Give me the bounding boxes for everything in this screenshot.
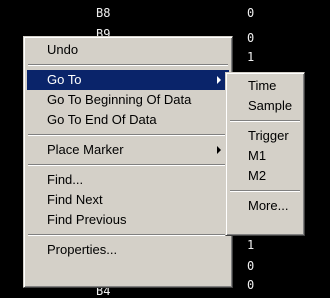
menu-item-label: Place Marker: [47, 142, 124, 157]
menu-item-label: Find Next: [47, 192, 103, 207]
submenu-item-m1[interactable]: M1: [229, 146, 301, 166]
submenu-arrow-icon: [217, 76, 221, 84]
menu-item-find-previous[interactable]: Find Previous: [27, 210, 229, 230]
submenu-item-more[interactable]: More...: [229, 196, 301, 216]
menu-separator: [28, 64, 228, 66]
row-value: 0: [247, 31, 255, 45]
menu-item-properties[interactable]: Properties...: [27, 240, 229, 260]
menu-item-label: Trigger: [248, 128, 289, 143]
row-value: 0: [247, 278, 255, 292]
row-value: 1: [247, 50, 255, 64]
menu-item-go-to-beginning[interactable]: Go To Beginning Of Data: [27, 90, 229, 110]
row-value: 0: [247, 259, 255, 273]
go-to-submenu: Time Sample Trigger M1 M2 More...: [225, 72, 305, 236]
menu-item-go-to[interactable]: Go To: [27, 70, 229, 90]
submenu-arrow-icon: [217, 146, 221, 154]
menu-item-label: Undo: [47, 42, 79, 57]
menu-item-label: M1: [248, 148, 267, 163]
submenu-item-trigger[interactable]: Trigger: [229, 126, 301, 146]
context-menu: Undo Go To Go To Beginning Of Data Go To…: [23, 36, 233, 288]
menu-item-label: Find...: [47, 172, 84, 187]
row-label: B8: [96, 6, 111, 20]
menu-separator: [230, 120, 300, 122]
menu-item-label: Properties...: [47, 242, 118, 257]
submenu-item-sample[interactable]: Sample: [229, 96, 301, 116]
menu-item-find[interactable]: Find...: [27, 170, 229, 190]
row-value: 0: [247, 6, 255, 20]
menu-separator: [230, 190, 300, 192]
menu-item-find-next[interactable]: Find Next: [27, 190, 229, 210]
submenu-item-time[interactable]: Time: [229, 76, 301, 96]
menu-item-label: Sample: [248, 98, 293, 113]
menu-item-label: M2: [248, 168, 267, 183]
menu-item-label: Go To End Of Data: [47, 112, 157, 127]
menu-item-place-marker[interactable]: Place Marker: [27, 140, 229, 160]
row-value: 1: [247, 238, 255, 252]
menu-item-label: Find Previous: [47, 212, 127, 227]
menu-separator: [28, 164, 228, 166]
menu-item-label: Go To: [47, 72, 82, 87]
menu-item-go-to-end[interactable]: Go To End Of Data: [27, 110, 229, 130]
menu-separator: [28, 234, 228, 236]
menu-item-label: Time: [248, 78, 277, 93]
submenu-item-m2[interactable]: M2: [229, 166, 301, 186]
menu-item-label: Go To Beginning Of Data: [47, 92, 192, 107]
menu-item-undo[interactable]: Undo: [27, 40, 229, 60]
menu-separator: [28, 134, 228, 136]
menu-item-label: More...: [248, 198, 289, 213]
